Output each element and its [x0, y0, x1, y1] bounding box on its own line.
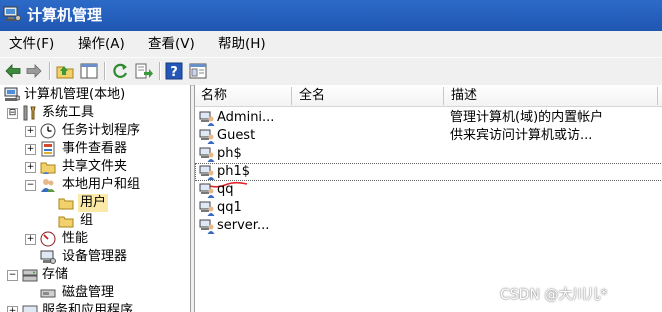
user-name: ph$	[217, 146, 242, 161]
svg-text:?: ?	[170, 65, 178, 80]
toolbar-separator	[159, 62, 161, 80]
menu-action[interactable]: 操作(A)	[78, 35, 125, 53]
tree-item-label: 性能	[62, 231, 89, 246]
expand-toggle[interactable]: +	[25, 126, 36, 137]
console-tree[interactable]: 计算机管理(本地) ⊟ 系统工具 + 任务计划程序 + 事件查看器 + 共享文件…	[0, 85, 191, 312]
tree-item-computer-management[interactable]: 计算机管理(本地)	[0, 86, 190, 104]
folder-icon	[58, 198, 74, 210]
column-header-fullname[interactable]: 全名	[299, 87, 325, 105]
user-list-view[interactable]: 名称 全名 描述 Admini... 管理计算机(域)的内置帐户 Guest 供…	[194, 85, 662, 312]
tree-item-label: 设备管理器	[62, 249, 128, 264]
watermark: CSDN @大川儿*	[500, 287, 608, 303]
tree-item-device-manager[interactable]: 设备管理器	[0, 248, 190, 266]
up-folder-icon[interactable]	[55, 61, 75, 81]
column-header-row: 名称 全名 描述	[195, 85, 662, 107]
window-title: 计算机管理	[27, 6, 103, 24]
tree-item-performance[interactable]: + 性能	[0, 230, 190, 248]
event-viewer-icon	[41, 141, 55, 157]
show-hide-tree-icon[interactable]	[79, 61, 99, 81]
expand-toggle[interactable]: +	[25, 234, 36, 245]
title-bar[interactable]: 计算机管理	[0, 0, 662, 31]
tree-item-label: 任务计划程序	[62, 123, 141, 138]
user-name: qq	[217, 182, 234, 197]
user-row-server[interactable]: server...	[195, 217, 662, 235]
user-icon	[199, 111, 215, 126]
expand-toggle[interactable]: +	[7, 306, 18, 312]
forward-icon[interactable]	[24, 61, 44, 81]
tree-item-label: 系统工具	[42, 105, 95, 120]
tree-item-system-tools[interactable]: ⊟ 系统工具	[0, 104, 190, 122]
disk-icon	[40, 289, 56, 298]
tree-item-label: 服务和应用程序	[42, 303, 134, 312]
clock-icon	[40, 123, 56, 139]
tree-item-label: 用户	[78, 194, 109, 212]
user-row-ph[interactable]: ph$	[195, 145, 662, 163]
performance-icon	[40, 231, 56, 247]
services-icon	[22, 305, 38, 312]
collapse-toggle[interactable]: −	[25, 180, 36, 191]
tree-item-services-applications[interactable]: + 服务和应用程序	[0, 302, 190, 312]
column-header-description[interactable]: 描述	[451, 87, 477, 105]
tree-item-label: 计算机管理(本地)	[24, 87, 126, 102]
tools-icon	[23, 105, 36, 121]
column-divider[interactable]	[657, 87, 658, 105]
user-row-qq1[interactable]: qq1	[195, 199, 662, 217]
expand-toggle[interactable]: +	[25, 162, 36, 173]
menu-bar: 文件(F) 操作(A) 查看(V) 帮助(H)	[0, 31, 662, 57]
tree-item-local-users-groups[interactable]: − 本地用户和组	[0, 176, 190, 194]
user-icon	[199, 183, 215, 198]
tree-item-disk-management[interactable]: 磁盘管理	[0, 284, 190, 302]
help-icon[interactable]: ?	[164, 61, 184, 81]
user-row-ph1[interactable]: ph1$	[195, 163, 662, 181]
shared-folder-icon	[40, 162, 56, 174]
tree-item-label: 存储	[42, 267, 69, 282]
toolbar: ?	[0, 57, 662, 86]
back-icon[interactable]	[3, 61, 23, 81]
tree-item-shared-folders[interactable]: + 共享文件夹	[0, 158, 190, 176]
computer-management-icon	[4, 87, 20, 101]
tree-item-label: 本地用户和组	[62, 177, 141, 192]
user-description: 供来宾访问计算机或访...	[450, 128, 593, 143]
refresh-icon[interactable]	[110, 61, 130, 81]
user-row-qq[interactable]: qq	[195, 181, 662, 199]
user-icon	[199, 201, 215, 216]
menu-file[interactable]: 文件(F)	[9, 35, 54, 53]
user-row-administrator[interactable]: Admini... 管理计算机(域)的内置帐户	[195, 109, 662, 127]
tree-item-users[interactable]: 用户	[56, 194, 116, 212]
toolbar-separator	[104, 62, 106, 80]
menu-view[interactable]: 查看(V)	[148, 35, 195, 53]
user-icon	[199, 219, 215, 234]
storage-icon	[22, 269, 38, 282]
tree-item-label: 共享文件夹	[62, 159, 128, 174]
collapse-toggle[interactable]: ⊟	[7, 108, 18, 119]
computer-management-icon	[3, 6, 21, 21]
menu-help[interactable]: 帮助(H)	[218, 35, 266, 53]
tree-item-groups[interactable]: 组	[56, 212, 116, 230]
user-description: 管理计算机(域)的内置帐户	[450, 110, 604, 125]
user-icon	[199, 129, 215, 144]
column-header-name[interactable]: 名称	[201, 87, 227, 105]
column-divider[interactable]	[291, 87, 292, 105]
user-row-guest[interactable]: Guest 供来宾访问计算机或访...	[195, 127, 662, 145]
tree-item-label: 磁盘管理	[62, 285, 115, 300]
expand-toggle[interactable]: +	[25, 144, 36, 155]
tree-item-label: 组	[80, 213, 94, 228]
user-name: Guest	[217, 128, 256, 143]
folder-icon	[58, 216, 74, 228]
user-icon	[199, 147, 215, 162]
users-group-icon	[41, 179, 55, 192]
column-divider[interactable]	[443, 87, 444, 105]
user-name: Admini...	[217, 110, 275, 125]
tree-item-task-scheduler[interactable]: + 任务计划程序	[0, 122, 190, 140]
properties-icon[interactable]	[188, 61, 208, 81]
tree-item-label: 事件查看器	[62, 141, 128, 156]
user-name: server...	[217, 218, 270, 233]
export-list-icon[interactable]	[134, 61, 154, 81]
user-name: qq1	[217, 200, 242, 215]
collapse-toggle[interactable]: −	[7, 270, 18, 281]
tree-item-storage[interactable]: − 存储	[0, 266, 190, 284]
toolbar-separator	[49, 62, 51, 80]
tree-item-event-viewer[interactable]: + 事件查看器	[0, 140, 190, 158]
device-manager-icon	[40, 250, 56, 264]
